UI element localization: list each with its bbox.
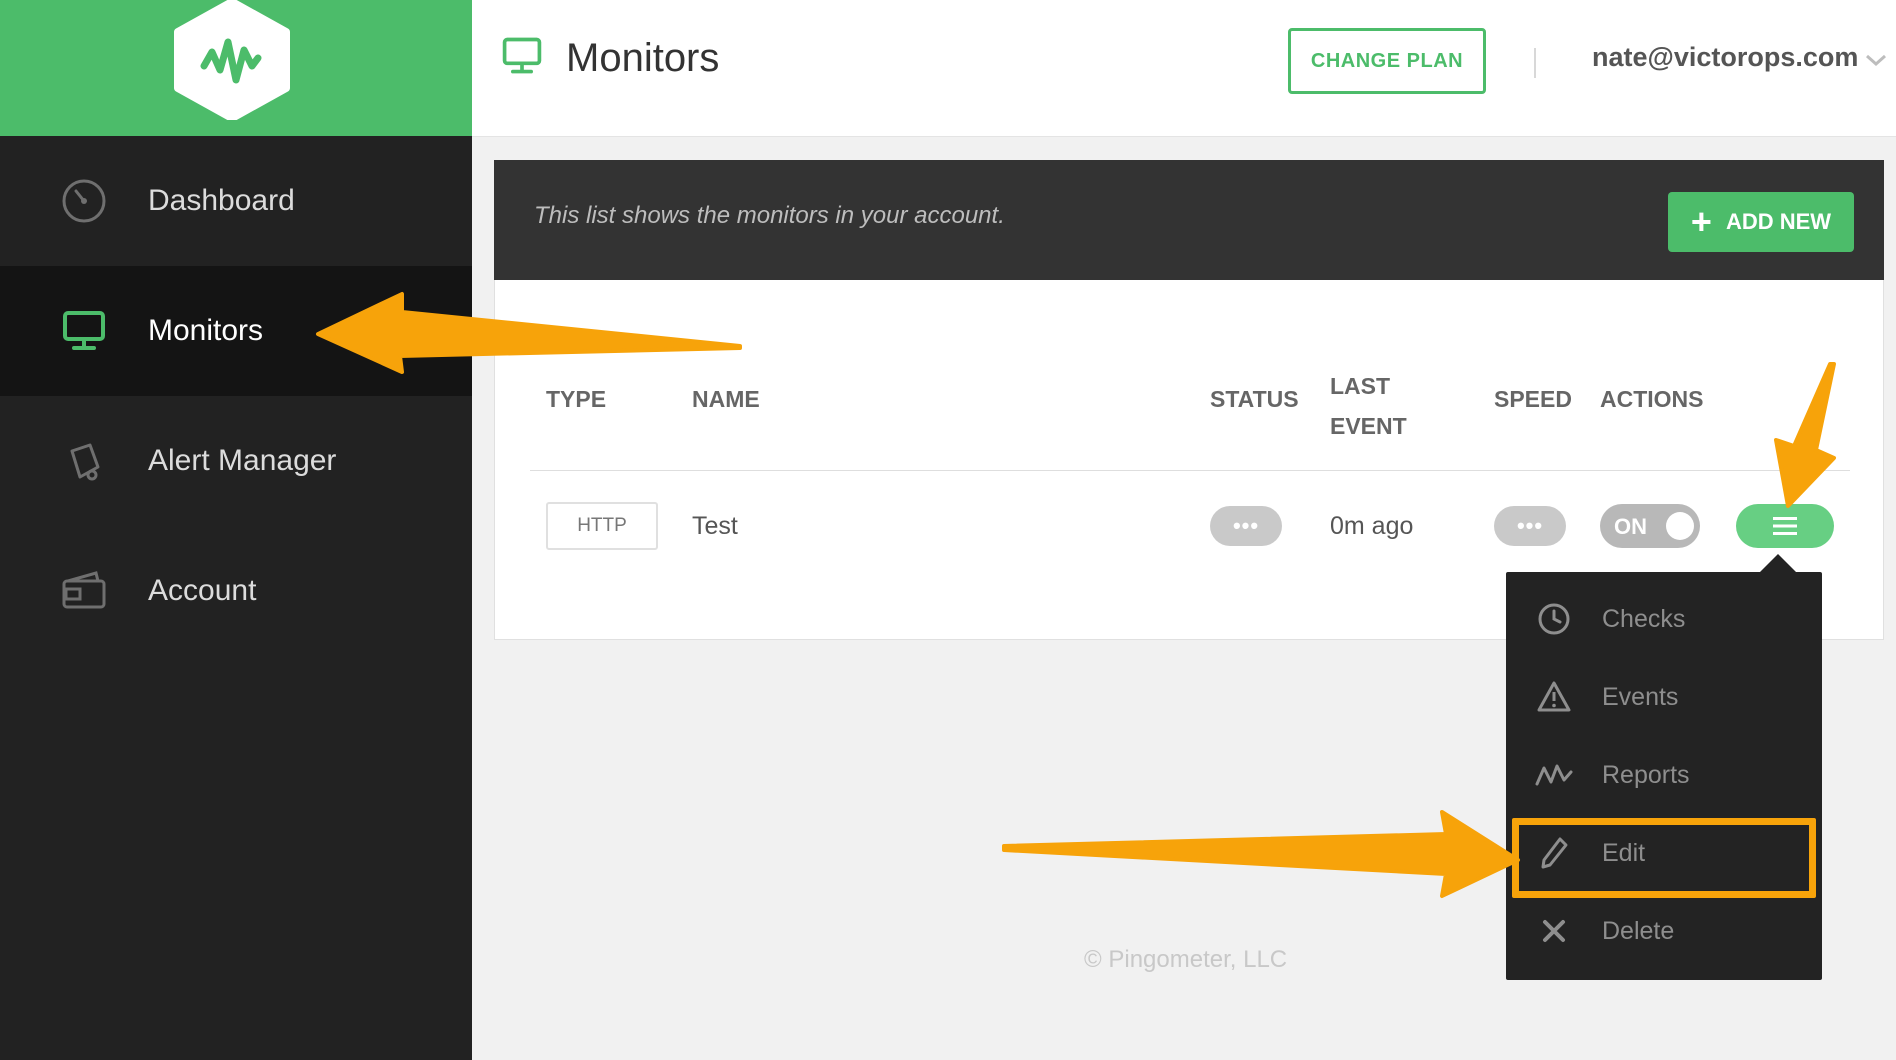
menu-item-label: Delete bbox=[1602, 916, 1675, 945]
pingometer-logo-icon[interactable] bbox=[170, 0, 294, 120]
column-header-last-event-line2: EVENT bbox=[1330, 413, 1407, 439]
sidebar-item-monitors[interactable]: Monitors bbox=[0, 266, 472, 396]
speed-indicator: ••• bbox=[1494, 506, 1566, 546]
close-icon bbox=[1534, 911, 1574, 951]
warning-icon bbox=[1534, 677, 1574, 717]
actions-menu-button[interactable] bbox=[1736, 504, 1834, 548]
panel-description: This list shows the monitors in your acc… bbox=[534, 202, 1005, 229]
sidebar-item-account[interactable]: Account bbox=[0, 526, 472, 656]
menu-item-delete[interactable]: Delete bbox=[1506, 892, 1822, 970]
dropdown-caret bbox=[1760, 554, 1796, 572]
arrow-to-edit bbox=[1002, 810, 1520, 898]
monitor-icon bbox=[500, 34, 544, 83]
monitor-name[interactable]: Test bbox=[692, 512, 738, 541]
menu-item-label: Reports bbox=[1602, 760, 1690, 789]
menu-item-reports[interactable]: Reports bbox=[1506, 736, 1822, 814]
bell-icon bbox=[58, 435, 110, 487]
column-header-last-event-line1: LAST bbox=[1330, 373, 1391, 399]
menu-item-label: Checks bbox=[1602, 604, 1686, 633]
last-event-value: 0m ago bbox=[1330, 512, 1414, 540]
speed-value: ••• bbox=[1516, 513, 1544, 538]
chevron-down-icon[interactable] bbox=[1864, 52, 1888, 68]
change-plan-button[interactable]: CHANGE PLAN bbox=[1288, 28, 1486, 94]
user-menu[interactable]: nate@victorops.com bbox=[1592, 42, 1858, 73]
sidebar-item-label: Monitors bbox=[148, 314, 264, 347]
column-header-status: STATUS bbox=[1210, 386, 1299, 412]
column-header-type: TYPE bbox=[546, 386, 607, 412]
sidebar-item-label: Dashboard bbox=[148, 184, 295, 217]
logo-area bbox=[0, 0, 472, 136]
column-header-last-event: LAST EVENT bbox=[1330, 366, 1407, 446]
page-title: Monitors bbox=[566, 36, 720, 80]
waveform-icon bbox=[1534, 755, 1574, 795]
sidebar-item-dashboard[interactable]: Dashboard bbox=[0, 136, 472, 266]
menu-item-edit[interactable]: Edit bbox=[1506, 814, 1822, 892]
menu-item-label: Edit bbox=[1602, 838, 1646, 867]
status-value: ••• bbox=[1232, 513, 1260, 538]
sidebar-item-label: Alert Manager bbox=[148, 444, 337, 477]
add-new-label: ADD NEW bbox=[1725, 209, 1832, 234]
table-divider bbox=[530, 470, 1850, 471]
column-header-speed: SPEED bbox=[1494, 386, 1572, 412]
add-new-button[interactable]: + ADD NEW bbox=[1668, 192, 1854, 252]
monitor-type-badge: HTTP bbox=[546, 502, 658, 550]
column-header-name: NAME bbox=[692, 386, 760, 412]
menu-item-checks[interactable]: Checks bbox=[1506, 580, 1822, 658]
pencil-icon bbox=[1534, 833, 1574, 873]
column-header-actions: ACTIONS bbox=[1600, 386, 1704, 412]
menu-item-label: Events bbox=[1602, 682, 1679, 711]
sidebar-item-label: Account bbox=[148, 574, 257, 607]
hamburger-menu-icon bbox=[1773, 517, 1797, 535]
menu-item-events[interactable]: Events bbox=[1506, 658, 1822, 736]
dashboard-gauge-icon bbox=[58, 175, 110, 227]
toggle-label: ON bbox=[1614, 514, 1647, 539]
clock-icon bbox=[1534, 599, 1574, 639]
page-title-group: Monitors bbox=[500, 34, 719, 83]
monitor-icon bbox=[58, 305, 110, 357]
sidebar-item-alert-manager[interactable]: Alert Manager bbox=[0, 396, 472, 526]
wallet-icon bbox=[58, 565, 110, 617]
status-indicator: ••• bbox=[1210, 506, 1282, 546]
header-divider bbox=[1534, 48, 1536, 78]
plus-icon: + bbox=[1690, 201, 1712, 242]
toggle-knob bbox=[1666, 512, 1694, 540]
footer-copyright: © Pingometer, LLC bbox=[1084, 946, 1288, 973]
